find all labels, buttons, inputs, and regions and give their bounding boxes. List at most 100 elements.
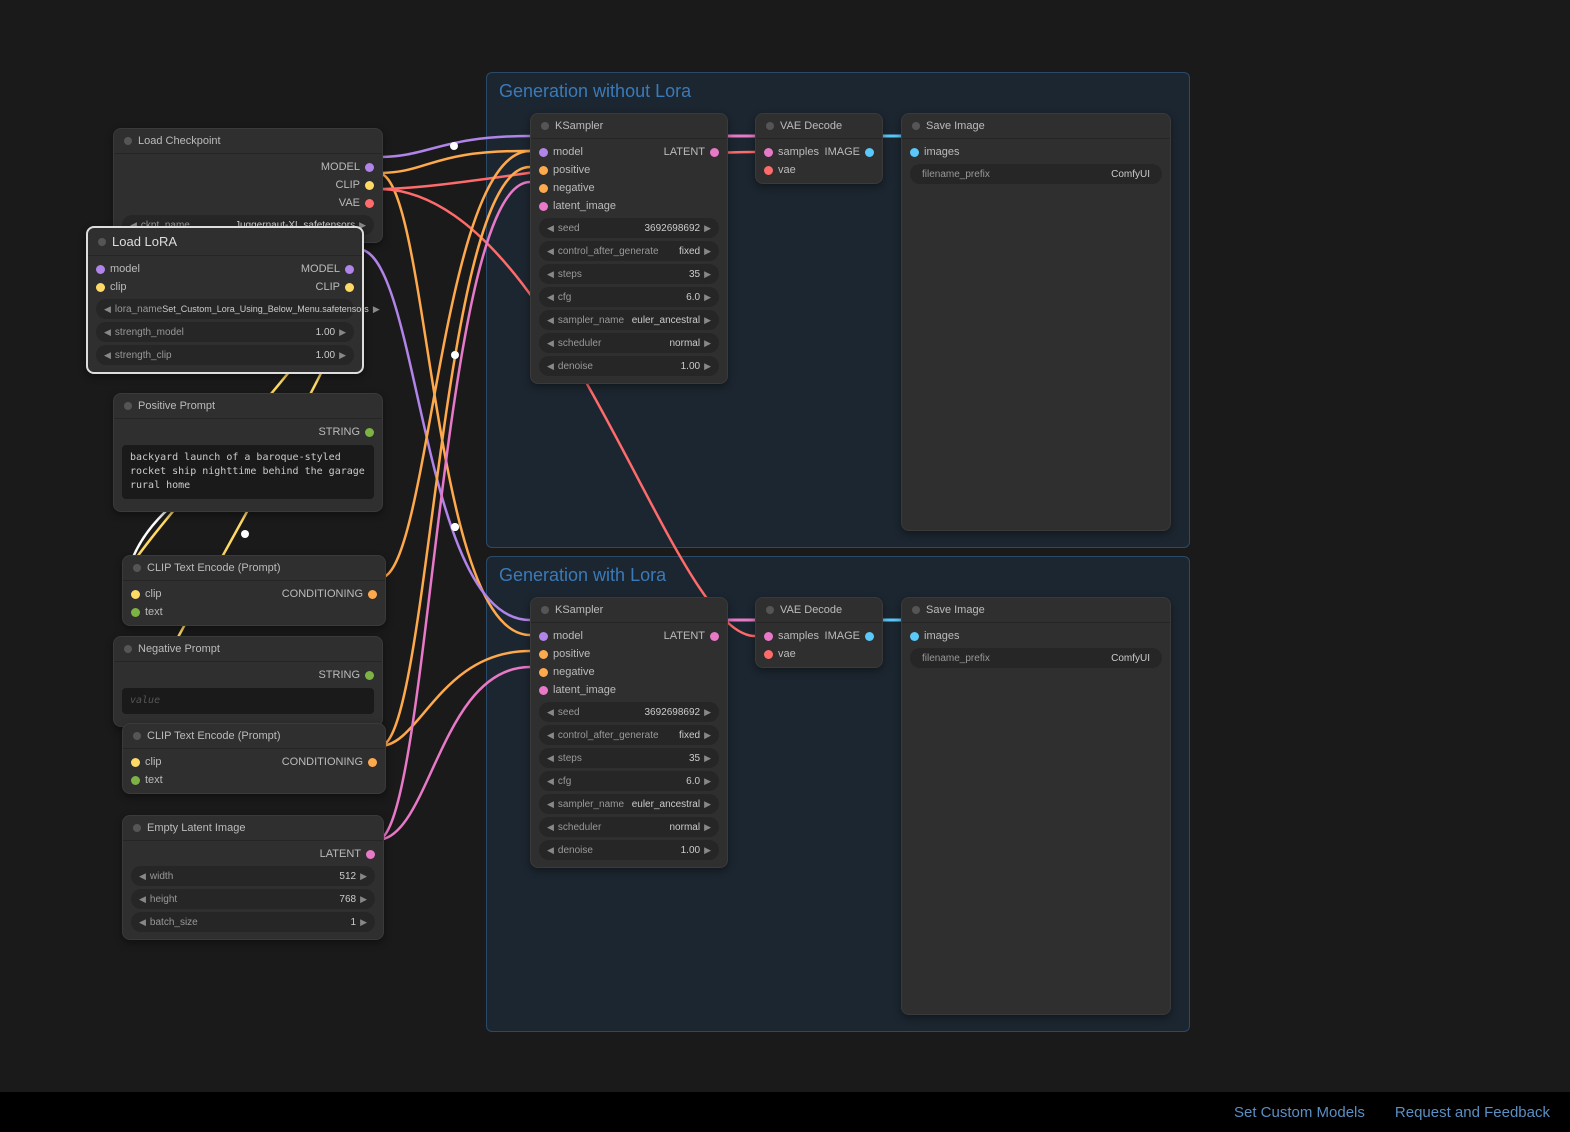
widget-scheduler[interactable]: ◀schedulernormal▶ xyxy=(539,817,719,837)
port-images-in[interactable] xyxy=(910,632,919,641)
node-ksampler-top[interactable]: KSampler modelLATENT positive negative l… xyxy=(530,113,728,384)
port-conditioning[interactable] xyxy=(368,590,377,599)
node-title: VAE Decode xyxy=(780,120,842,132)
port-clip-in[interactable] xyxy=(131,758,140,767)
port-model-out[interactable] xyxy=(345,265,354,274)
node-vae-decode-top[interactable]: VAE Decode samplesIMAGE vae xyxy=(755,113,883,184)
node-title: Save Image xyxy=(926,120,985,132)
node-save-image-top[interactable]: Save Image images filename_prefixComfyUI xyxy=(901,113,1171,531)
port-string[interactable] xyxy=(365,671,374,680)
prompt-textarea[interactable]: value xyxy=(122,688,374,714)
port-clip-in[interactable] xyxy=(96,283,105,292)
widget-cfg[interactable]: ◀cfg6.0▶ xyxy=(539,771,719,791)
port-latent-out[interactable] xyxy=(710,148,719,157)
port-negative-in[interactable] xyxy=(539,184,548,193)
widget-filename-prefix[interactable]: filename_prefixComfyUI xyxy=(910,164,1162,184)
port-model-in[interactable] xyxy=(539,632,548,641)
node-title: Load LoRA xyxy=(112,234,177,249)
port-samples-in[interactable] xyxy=(764,148,773,157)
node-clip-encode-pos[interactable]: CLIP Text Encode (Prompt) clipCONDITIONI… xyxy=(122,555,386,626)
port-clip-out[interactable] xyxy=(345,283,354,292)
node-title: KSampler xyxy=(555,120,603,132)
widget-strength-clip[interactable]: ◀strength_clip1.00▶ xyxy=(96,345,354,365)
port-string[interactable] xyxy=(365,428,374,437)
bottom-bar: Set Custom Models Request and Feedback xyxy=(0,1092,1570,1132)
port-latent-in[interactable] xyxy=(539,202,548,211)
port-vae-in[interactable] xyxy=(764,650,773,659)
port-vae-in[interactable] xyxy=(764,166,773,175)
port-model[interactable] xyxy=(365,163,374,172)
port-model-in[interactable] xyxy=(539,148,548,157)
collapse-dot-icon[interactable] xyxy=(766,122,774,130)
widget-steps[interactable]: ◀steps35▶ xyxy=(539,748,719,768)
node-save-image-bottom[interactable]: Save Image images filename_prefixComfyUI xyxy=(901,597,1171,1015)
port-vae[interactable] xyxy=(365,199,374,208)
prompt-textarea[interactable]: backyard launch of a baroque-styled rock… xyxy=(122,445,374,499)
port-model-in[interactable] xyxy=(96,265,105,274)
node-positive-prompt[interactable]: Positive Prompt STRING backyard launch o… xyxy=(113,393,383,512)
node-title: Save Image xyxy=(926,604,985,616)
node-empty-latent[interactable]: Empty Latent Image LATENT ◀width512▶ ◀he… xyxy=(122,815,384,940)
port-image-out[interactable] xyxy=(865,148,874,157)
widget-seed[interactable]: ◀seed3692698692▶ xyxy=(539,702,719,722)
link-set-custom-models[interactable]: Set Custom Models xyxy=(1234,1104,1365,1121)
widget-control-after[interactable]: ◀control_after_generatefixed▶ xyxy=(539,725,719,745)
widget-control-after[interactable]: ◀control_after_generatefixed▶ xyxy=(539,241,719,261)
collapse-dot-icon[interactable] xyxy=(541,122,549,130)
port-positive-in[interactable] xyxy=(539,166,548,175)
node-title: CLIP Text Encode (Prompt) xyxy=(147,730,281,742)
widget-strength-model[interactable]: ◀strength_model1.00▶ xyxy=(96,322,354,342)
widget-cfg[interactable]: ◀cfg6.0▶ xyxy=(539,287,719,307)
node-title: VAE Decode xyxy=(780,604,842,616)
collapse-dot-icon[interactable] xyxy=(98,238,106,246)
collapse-dot-icon[interactable] xyxy=(912,606,920,614)
node-vae-decode-bottom[interactable]: VAE Decode samplesIMAGE vae xyxy=(755,597,883,668)
widget-sampler-name[interactable]: ◀sampler_nameeuler_ancestral▶ xyxy=(539,794,719,814)
port-latent-out[interactable] xyxy=(710,632,719,641)
widget-denoise[interactable]: ◀denoise1.00▶ xyxy=(539,840,719,860)
node-load-lora[interactable]: Load LoRA modelMODEL clipCLIP ◀lora_name… xyxy=(86,226,364,374)
collapse-dot-icon[interactable] xyxy=(766,606,774,614)
port-text-in[interactable] xyxy=(131,776,140,785)
port-images-in[interactable] xyxy=(910,148,919,157)
node-clip-encode-neg[interactable]: CLIP Text Encode (Prompt) clipCONDITIONI… xyxy=(122,723,386,794)
widget-steps[interactable]: ◀steps35▶ xyxy=(539,264,719,284)
widget-filename-prefix[interactable]: filename_prefixComfyUI xyxy=(910,648,1162,668)
group-title: Generation without Lora xyxy=(487,73,1189,110)
node-title: KSampler xyxy=(555,604,603,616)
widget-width[interactable]: ◀width512▶ xyxy=(131,866,375,886)
widget-height[interactable]: ◀height768▶ xyxy=(131,889,375,909)
collapse-dot-icon[interactable] xyxy=(124,402,132,410)
collapse-dot-icon[interactable] xyxy=(133,824,141,832)
port-latent[interactable] xyxy=(366,850,375,859)
port-latent-in[interactable] xyxy=(539,686,548,695)
port-text-in[interactable] xyxy=(131,608,140,617)
port-positive-in[interactable] xyxy=(539,650,548,659)
node-title: Load Checkpoint xyxy=(138,135,221,147)
port-conditioning[interactable] xyxy=(368,758,377,767)
widget-denoise[interactable]: ◀denoise1.00▶ xyxy=(539,356,719,376)
widget-lora-name[interactable]: ◀lora_nameSet_Custom_Lora_Using_Below_Me… xyxy=(96,299,354,319)
link-request-feedback[interactable]: Request and Feedback xyxy=(1395,1104,1550,1121)
port-clip[interactable] xyxy=(365,181,374,190)
node-title: Negative Prompt xyxy=(138,643,220,655)
widget-batch-size[interactable]: ◀batch_size1▶ xyxy=(131,912,375,932)
group-title: Generation with Lora xyxy=(487,557,1189,594)
collapse-dot-icon[interactable] xyxy=(133,732,141,740)
widget-sampler-name[interactable]: ◀sampler_nameeuler_ancestral▶ xyxy=(539,310,719,330)
collapse-dot-icon[interactable] xyxy=(124,645,132,653)
node-ksampler-bottom[interactable]: KSampler modelLATENT positive negative l… xyxy=(530,597,728,868)
collapse-dot-icon[interactable] xyxy=(124,137,132,145)
port-samples-in[interactable] xyxy=(764,632,773,641)
collapse-dot-icon[interactable] xyxy=(133,564,141,572)
collapse-dot-icon[interactable] xyxy=(541,606,549,614)
port-image-out[interactable] xyxy=(865,632,874,641)
port-clip-in[interactable] xyxy=(131,590,140,599)
node-negative-prompt[interactable]: Negative Prompt STRING value xyxy=(113,636,383,727)
widget-seed[interactable]: ◀seed3692698692▶ xyxy=(539,218,719,238)
node-title: Empty Latent Image xyxy=(147,822,245,834)
port-negative-in[interactable] xyxy=(539,668,548,677)
widget-scheduler[interactable]: ◀schedulernormal▶ xyxy=(539,333,719,353)
node-title: Positive Prompt xyxy=(138,400,215,412)
collapse-dot-icon[interactable] xyxy=(912,122,920,130)
